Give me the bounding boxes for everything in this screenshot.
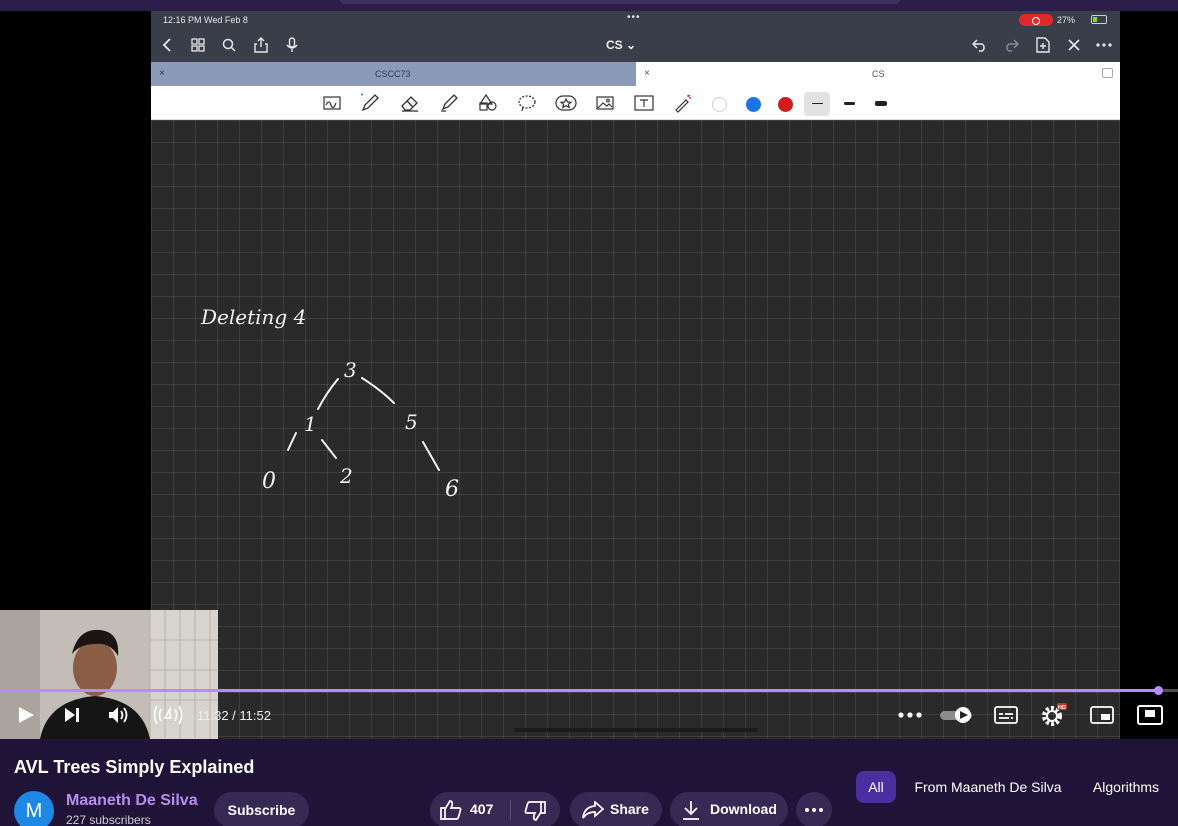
- subscriber-count: 227 subscribers: [66, 813, 151, 826]
- redo-icon: [998, 28, 1024, 62]
- tab-close-icon: ×: [644, 68, 650, 79]
- chip-from-channel[interactable]: From Maaneth De Silva: [908, 771, 1068, 803]
- ipad-status-bar: 12:16 PM Wed Feb 8 ••• 27%: [151, 11, 1120, 28]
- battery-text: 27%: [1057, 15, 1076, 25]
- chip-algorithms[interactable]: Algorithms: [1082, 771, 1170, 803]
- download-button[interactable]: Download: [670, 792, 788, 826]
- tree-node-right-right: 6: [445, 477, 459, 502]
- shapes-icon: [476, 92, 500, 114]
- progress-fill: [0, 689, 1158, 692]
- tab-overview-icon: [1102, 68, 1113, 78]
- miniplayer-icon[interactable]: [1086, 700, 1118, 730]
- video-info: AVL Trees Simply Explained M Maaneth De …: [0, 739, 1178, 826]
- more-icon: [1091, 28, 1117, 62]
- multitasking-dots: •••: [627, 12, 641, 23]
- svg-text:HD: HD: [1058, 705, 1066, 711]
- tree-node-root: 3: [344, 358, 357, 382]
- notebook-tabs: × CSCC73 × CS: [151, 62, 1120, 86]
- download-icon: [682, 800, 700, 823]
- page-top-strip: [0, 0, 1178, 11]
- note-canvas: Deleting 4 3 1 5 0 2 6: [151, 120, 1120, 739]
- time-display: 11:32 / 11:52: [197, 708, 271, 723]
- back-icon: [155, 28, 181, 62]
- screen-recording-icon: [1019, 14, 1053, 26]
- channel-avatar[interactable]: M: [14, 791, 54, 826]
- stroke-thin-selected: [804, 92, 830, 116]
- play-button[interactable]: [12, 700, 40, 730]
- settings-gear-icon[interactable]: HD: [1038, 700, 1070, 730]
- eraser-icon: [398, 92, 422, 114]
- more-options-icon[interactable]: [894, 700, 926, 730]
- image-icon: [593, 92, 617, 114]
- ipad-screen: 12:16 PM Wed Feb 8 ••• 27% CS ⌄ × CSCC73…: [151, 11, 1120, 739]
- autoplay-toggle[interactable]: [936, 700, 976, 730]
- stroke-thick-icon: [875, 101, 887, 106]
- drawing-toolbar: [151, 86, 1120, 120]
- video-title: AVL Trees Simply Explained: [14, 757, 255, 777]
- microphone-icon: [279, 28, 305, 62]
- lasso-icon: [515, 92, 539, 114]
- tab-close-icon: ×: [159, 68, 165, 79]
- chip-all[interactable]: All: [856, 771, 896, 803]
- handwriting-icon: [320, 92, 344, 114]
- highlighter-icon: [437, 92, 461, 114]
- volume-button[interactable]: [104, 700, 134, 730]
- more-horizontal-icon: [805, 808, 823, 812]
- download-label: Download: [710, 801, 777, 817]
- tab-cs: × CS: [636, 62, 1120, 86]
- share-arrow-icon: [582, 800, 605, 822]
- status-time: 12:16 PM Wed Feb 8: [163, 15, 248, 25]
- stable-volume-icon[interactable]: [148, 700, 188, 730]
- grid-view-icon: [185, 28, 211, 62]
- add-page-icon: [1030, 28, 1056, 62]
- laser-pointer-icon: [671, 92, 695, 114]
- undo-icon: [967, 28, 993, 62]
- stroke-medium-icon: [844, 102, 855, 105]
- tab-label: CS: [872, 69, 885, 79]
- share-icon: [248, 28, 274, 62]
- next-button[interactable]: [58, 700, 86, 730]
- ipad-home-indicator: [514, 728, 758, 732]
- like-divider: [510, 800, 511, 820]
- sticker-icon: [554, 92, 578, 114]
- tab-cscc73: × CSCC73: [151, 62, 636, 86]
- tab-label: CSCC73: [375, 69, 411, 79]
- text-icon: [632, 92, 656, 114]
- subtitles-icon[interactable]: [990, 700, 1022, 730]
- tree-node-left-right: 2: [340, 464, 353, 488]
- share-button[interactable]: Share: [570, 792, 662, 826]
- tree-node-left-left: 0: [262, 469, 276, 494]
- like-count[interactable]: 407: [470, 801, 493, 817]
- more-actions-button[interactable]: [796, 792, 832, 826]
- notes-nav-bar: CS ⌄: [151, 28, 1120, 62]
- stroke-thin-icon: [812, 103, 823, 104]
- dislike-icon[interactable]: [524, 801, 546, 824]
- tree-node-left: 1: [304, 412, 317, 436]
- progress-scrubber[interactable]: [1153, 686, 1163, 695]
- notebook-title: CS ⌄: [606, 38, 637, 52]
- search-icon: [216, 28, 242, 62]
- subscribe-button[interactable]: Subscribe: [214, 792, 309, 826]
- progress-bar[interactable]: [0, 686, 1178, 695]
- youtube-watch-page: 12:16 PM Wed Feb 8 ••• 27% CS ⌄ × CSCC73…: [0, 0, 1178, 826]
- like-dislike-group: 407: [430, 792, 560, 826]
- share-label: Share: [610, 801, 649, 817]
- color-blue-swatch: [746, 97, 761, 112]
- pen-icon: [358, 92, 382, 114]
- theater-mode-icon[interactable]: [1134, 700, 1166, 730]
- channel-name[interactable]: Maaneth De Silva: [66, 792, 198, 810]
- like-icon[interactable]: [440, 800, 462, 823]
- color-white-swatch: [712, 97, 727, 112]
- battery-icon: [1091, 15, 1107, 24]
- tree-node-right: 5: [405, 410, 418, 434]
- tree-edges: [287, 377, 440, 471]
- color-red-swatch: [778, 97, 793, 112]
- close-icon: [1061, 28, 1087, 62]
